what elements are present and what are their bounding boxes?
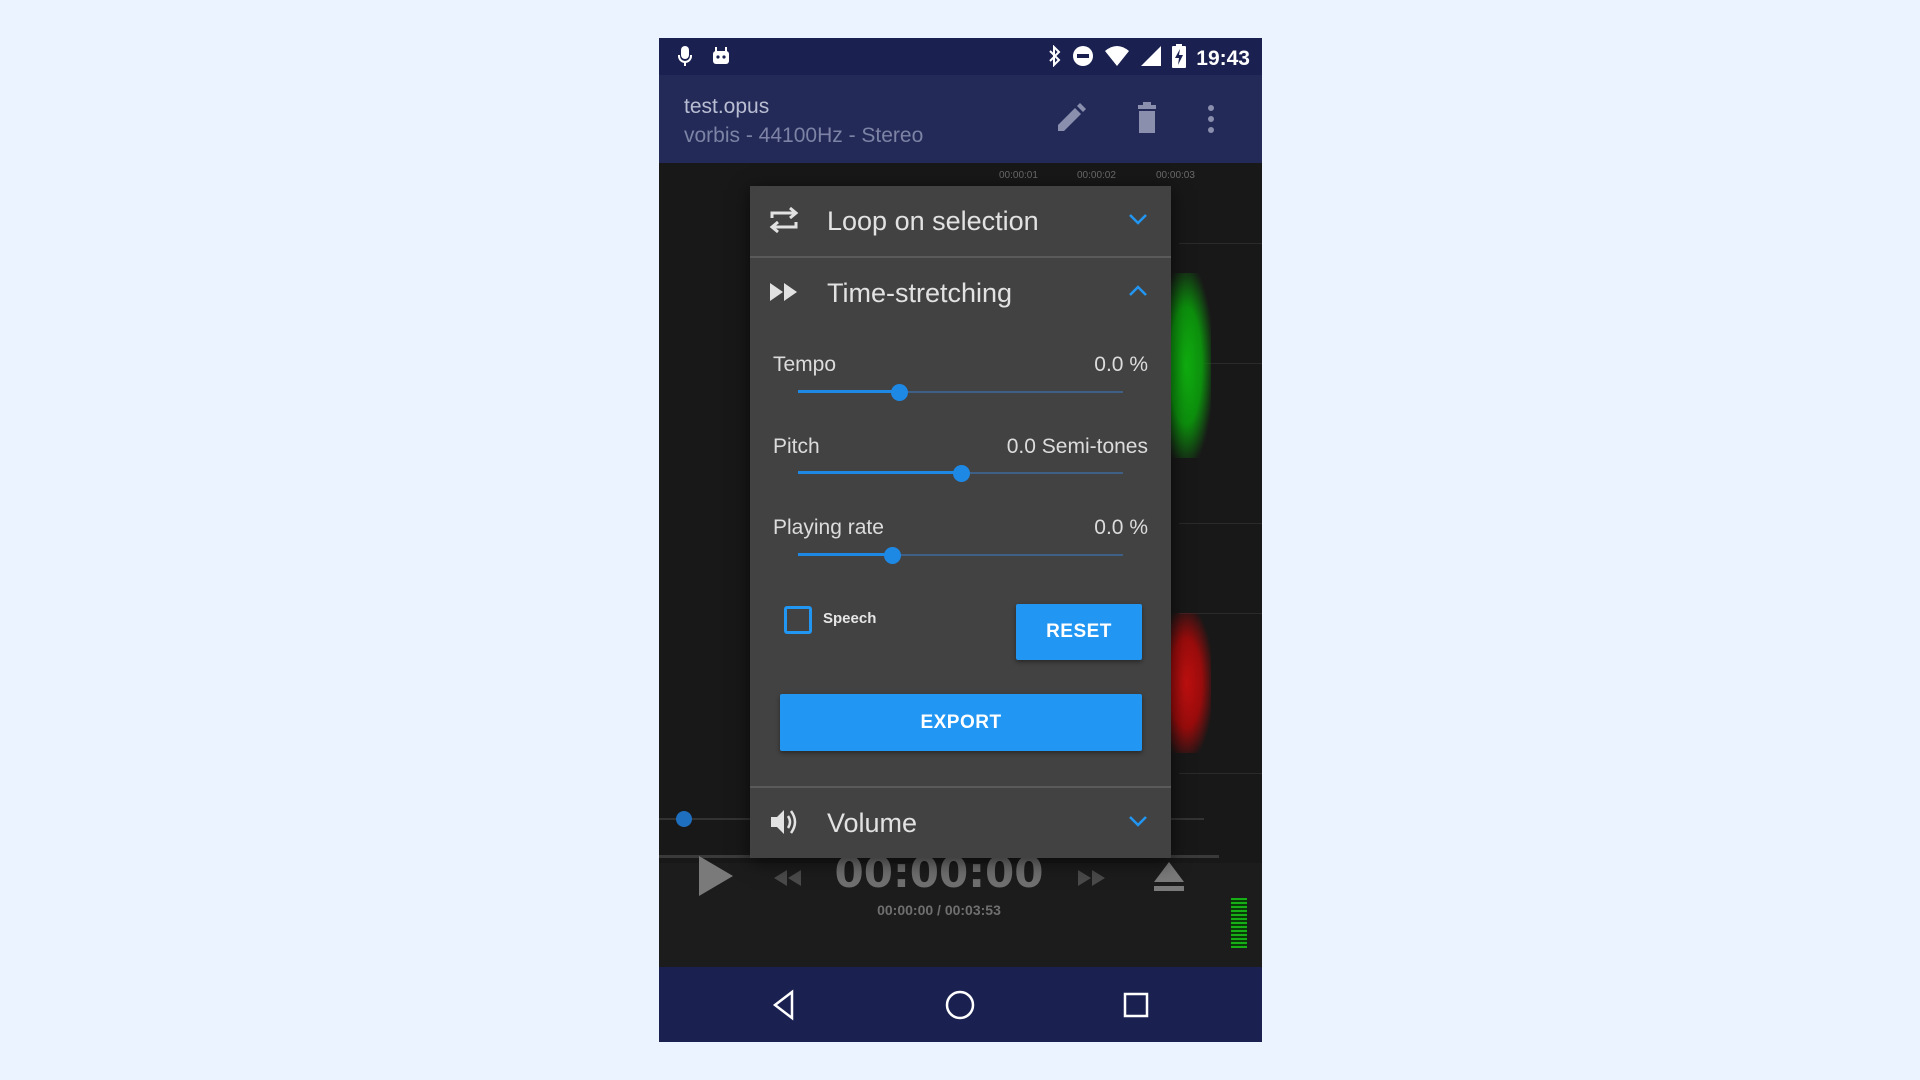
cellular-signal-icon (1140, 45, 1162, 72)
level-meter (1231, 898, 1247, 948)
pitch-value: 0.0 Semi-tones (1006, 435, 1148, 458)
more-options-icon[interactable] (1193, 101, 1229, 137)
do-not-disturb-icon (1072, 45, 1094, 72)
battery-charging-icon (1172, 44, 1187, 73)
chevron-down-icon (1127, 810, 1149, 832)
ruler-label: 00:00:02 (1077, 170, 1116, 181)
loop-section-title: Loop on selection (827, 206, 1039, 236)
fast-forward-icon (768, 276, 800, 308)
slider-thumb[interactable] (952, 465, 970, 482)
playing-rate-label: Playing rate (773, 516, 884, 539)
tempo-value: 0.0 % (1094, 353, 1148, 376)
fast-forward-icon[interactable] (1077, 868, 1107, 893)
chevron-down-icon (1127, 208, 1149, 230)
volume-icon (768, 806, 800, 838)
slider-thumb[interactable] (890, 384, 908, 401)
left-channel-waveform (1169, 273, 1211, 458)
home-icon[interactable] (942, 987, 978, 1023)
stretch-section-header[interactable]: Time-stretching (750, 258, 1171, 328)
slider-fill (798, 390, 899, 393)
delete-icon[interactable] (1129, 101, 1165, 137)
effects-panel: Loop on selection Time-stretching Tempo … (750, 186, 1171, 858)
loop-section-header[interactable]: Loop on selection (750, 186, 1171, 256)
file-name: test.opus (684, 95, 770, 118)
slider-thumb[interactable] (884, 547, 902, 564)
android-icon (711, 46, 731, 71)
app-toolbar: test.opus vorbis - 44100Hz - Stereo (659, 75, 1262, 163)
ruler-label: 00:00:03 (1156, 170, 1195, 181)
playing-rate-slider[interactable] (798, 547, 1123, 564)
tempo-label: Tempo (773, 353, 837, 376)
pitch-label: Pitch (773, 435, 820, 458)
navigation-bar (659, 967, 1262, 1042)
speech-checkbox[interactable] (784, 606, 812, 634)
right-channel-waveform (1169, 613, 1211, 753)
reset-button[interactable]: RESET (1016, 604, 1142, 660)
time-position-duration: 00:00:00 / 00:03:53 (877, 902, 1001, 918)
wifi-icon (1104, 45, 1130, 72)
status-time: 19:43 (1196, 46, 1250, 70)
phone-screen: 19:43 test.opus vorbis - 44100Hz - Stere… (659, 38, 1262, 1042)
back-icon[interactable] (766, 987, 802, 1023)
file-info: vorbis - 44100Hz - Stereo (684, 124, 924, 147)
bluetooth-icon (1048, 44, 1062, 72)
chevron-up-icon (1127, 280, 1149, 302)
ruler-label: 00:00:01 (999, 170, 1038, 181)
rewind-icon[interactable] (772, 868, 802, 893)
volume-section-title: Volume (827, 808, 918, 838)
stretch-section-title: Time-stretching (827, 278, 1013, 308)
playback-position-handle[interactable] (676, 811, 692, 827)
repeat-icon (768, 204, 800, 236)
grid-line (1179, 523, 1262, 524)
volume-section-header[interactable]: Volume (750, 788, 1171, 858)
speech-label: Speech (823, 610, 877, 627)
microphone-icon (677, 45, 693, 72)
edit-icon[interactable] (1052, 101, 1088, 137)
pitch-slider[interactable] (798, 465, 1123, 482)
slider-fill (798, 471, 961, 474)
status-bar: 19:43 (659, 38, 1262, 75)
playing-rate-value: 0.0 % (1094, 516, 1148, 539)
grid-line (1179, 773, 1262, 774)
export-button[interactable]: EXPORT (780, 694, 1142, 751)
recents-icon[interactable] (1118, 987, 1154, 1023)
tempo-slider[interactable] (798, 384, 1123, 401)
slider-fill (798, 553, 893, 556)
grid-line (1179, 243, 1262, 244)
play-icon[interactable] (697, 854, 735, 903)
eject-icon[interactable] (1152, 860, 1186, 899)
